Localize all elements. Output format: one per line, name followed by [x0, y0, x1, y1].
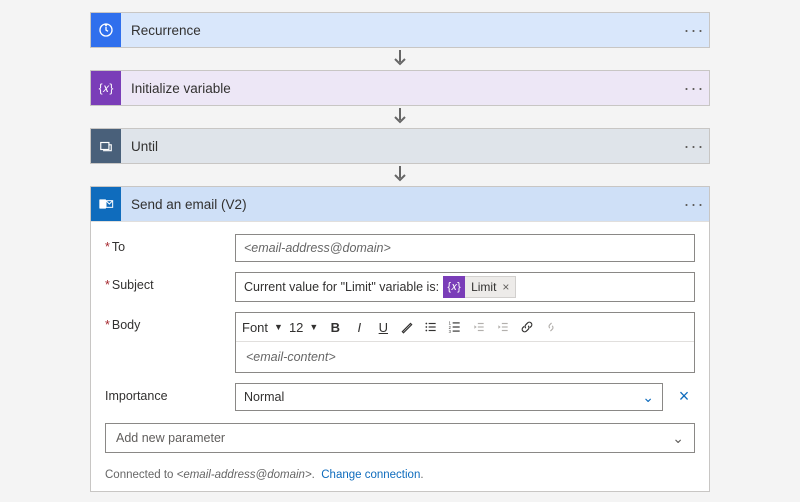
subject-text: Current value for "Limit" variable is: [244, 280, 439, 294]
chevron-down-icon: ▼ [309, 322, 318, 332]
highlight-button[interactable] [396, 316, 418, 338]
importance-value: Normal [244, 390, 284, 404]
underline-button[interactable]: U [372, 316, 394, 338]
outlook-icon [91, 187, 121, 221]
body-editor[interactable]: <email-content> [236, 342, 694, 372]
importance-select[interactable]: Normal ⌄ [235, 383, 663, 411]
subject-label: Subject [105, 272, 225, 292]
add-parameter-select[interactable]: Add new parameter ⌄ [105, 423, 695, 453]
unlink-button[interactable] [540, 316, 562, 338]
step-title: Until [121, 139, 679, 154]
chevron-down-icon: ▼ [274, 322, 283, 332]
add-parameter-label: Add new parameter [116, 431, 225, 445]
connection-info: Connected to <email-address@domain>. Cha… [105, 469, 695, 481]
svg-text:3: 3 [449, 329, 452, 334]
step-title: Initialize variable [121, 81, 679, 96]
step-title: Recurrence [121, 23, 679, 38]
remove-parameter-button[interactable]: × [673, 383, 695, 407]
step-recurrence[interactable]: Recurrence ··· [91, 13, 709, 47]
number-list-button[interactable]: 123 [444, 316, 466, 338]
change-connection-link[interactable]: Change connection [321, 469, 420, 481]
loop-icon [91, 129, 121, 163]
font-select[interactable]: Font ▼ [242, 320, 287, 335]
step-initialize-variable[interactable]: {𝑥} Initialize variable ··· [91, 71, 709, 105]
connector-arrow [390, 50, 410, 68]
step-send-email[interactable]: Send an email (V2) ··· [91, 187, 709, 221]
connector-arrow [390, 166, 410, 184]
connector-arrow [390, 108, 410, 126]
token-label: Limit [471, 280, 496, 294]
chevron-down-icon: ⌄ [642, 389, 654, 406]
step-until[interactable]: Until ··· [91, 129, 709, 163]
more-menu[interactable]: ··· [679, 79, 709, 97]
italic-button[interactable]: I [348, 316, 370, 338]
more-menu[interactable]: ··· [679, 21, 709, 39]
bullet-list-button[interactable] [420, 316, 442, 338]
more-menu[interactable]: ··· [679, 195, 709, 213]
importance-label: Importance [105, 383, 225, 403]
token-remove[interactable]: × [502, 280, 509, 294]
more-menu[interactable]: ··· [679, 137, 709, 155]
body-placeholder: <email-content> [246, 350, 336, 364]
to-input[interactable]: <email-address@domain> [235, 234, 695, 262]
variable-icon: {𝑥} [91, 71, 121, 105]
clock-icon [91, 13, 121, 47]
indent-button[interactable] [492, 316, 514, 338]
step-title: Send an email (V2) [121, 197, 679, 212]
variable-icon: {𝑥} [443, 276, 465, 298]
font-size-select[interactable]: 12 ▼ [289, 320, 322, 335]
to-placeholder: <email-address@domain> [244, 241, 391, 255]
rich-text-toolbar: Font ▼ 12 ▼ B I U [236, 313, 694, 342]
dynamic-token[interactable]: {𝑥} Limit × [443, 276, 516, 298]
to-label: To [105, 234, 225, 254]
body-label: Body [105, 312, 225, 332]
chevron-down-icon: ⌄ [672, 430, 684, 447]
subject-input[interactable]: Current value for "Limit" variable is: {… [235, 272, 695, 302]
outdent-button[interactable] [468, 316, 490, 338]
bold-button[interactable]: B [324, 316, 346, 338]
link-button[interactable] [516, 316, 538, 338]
